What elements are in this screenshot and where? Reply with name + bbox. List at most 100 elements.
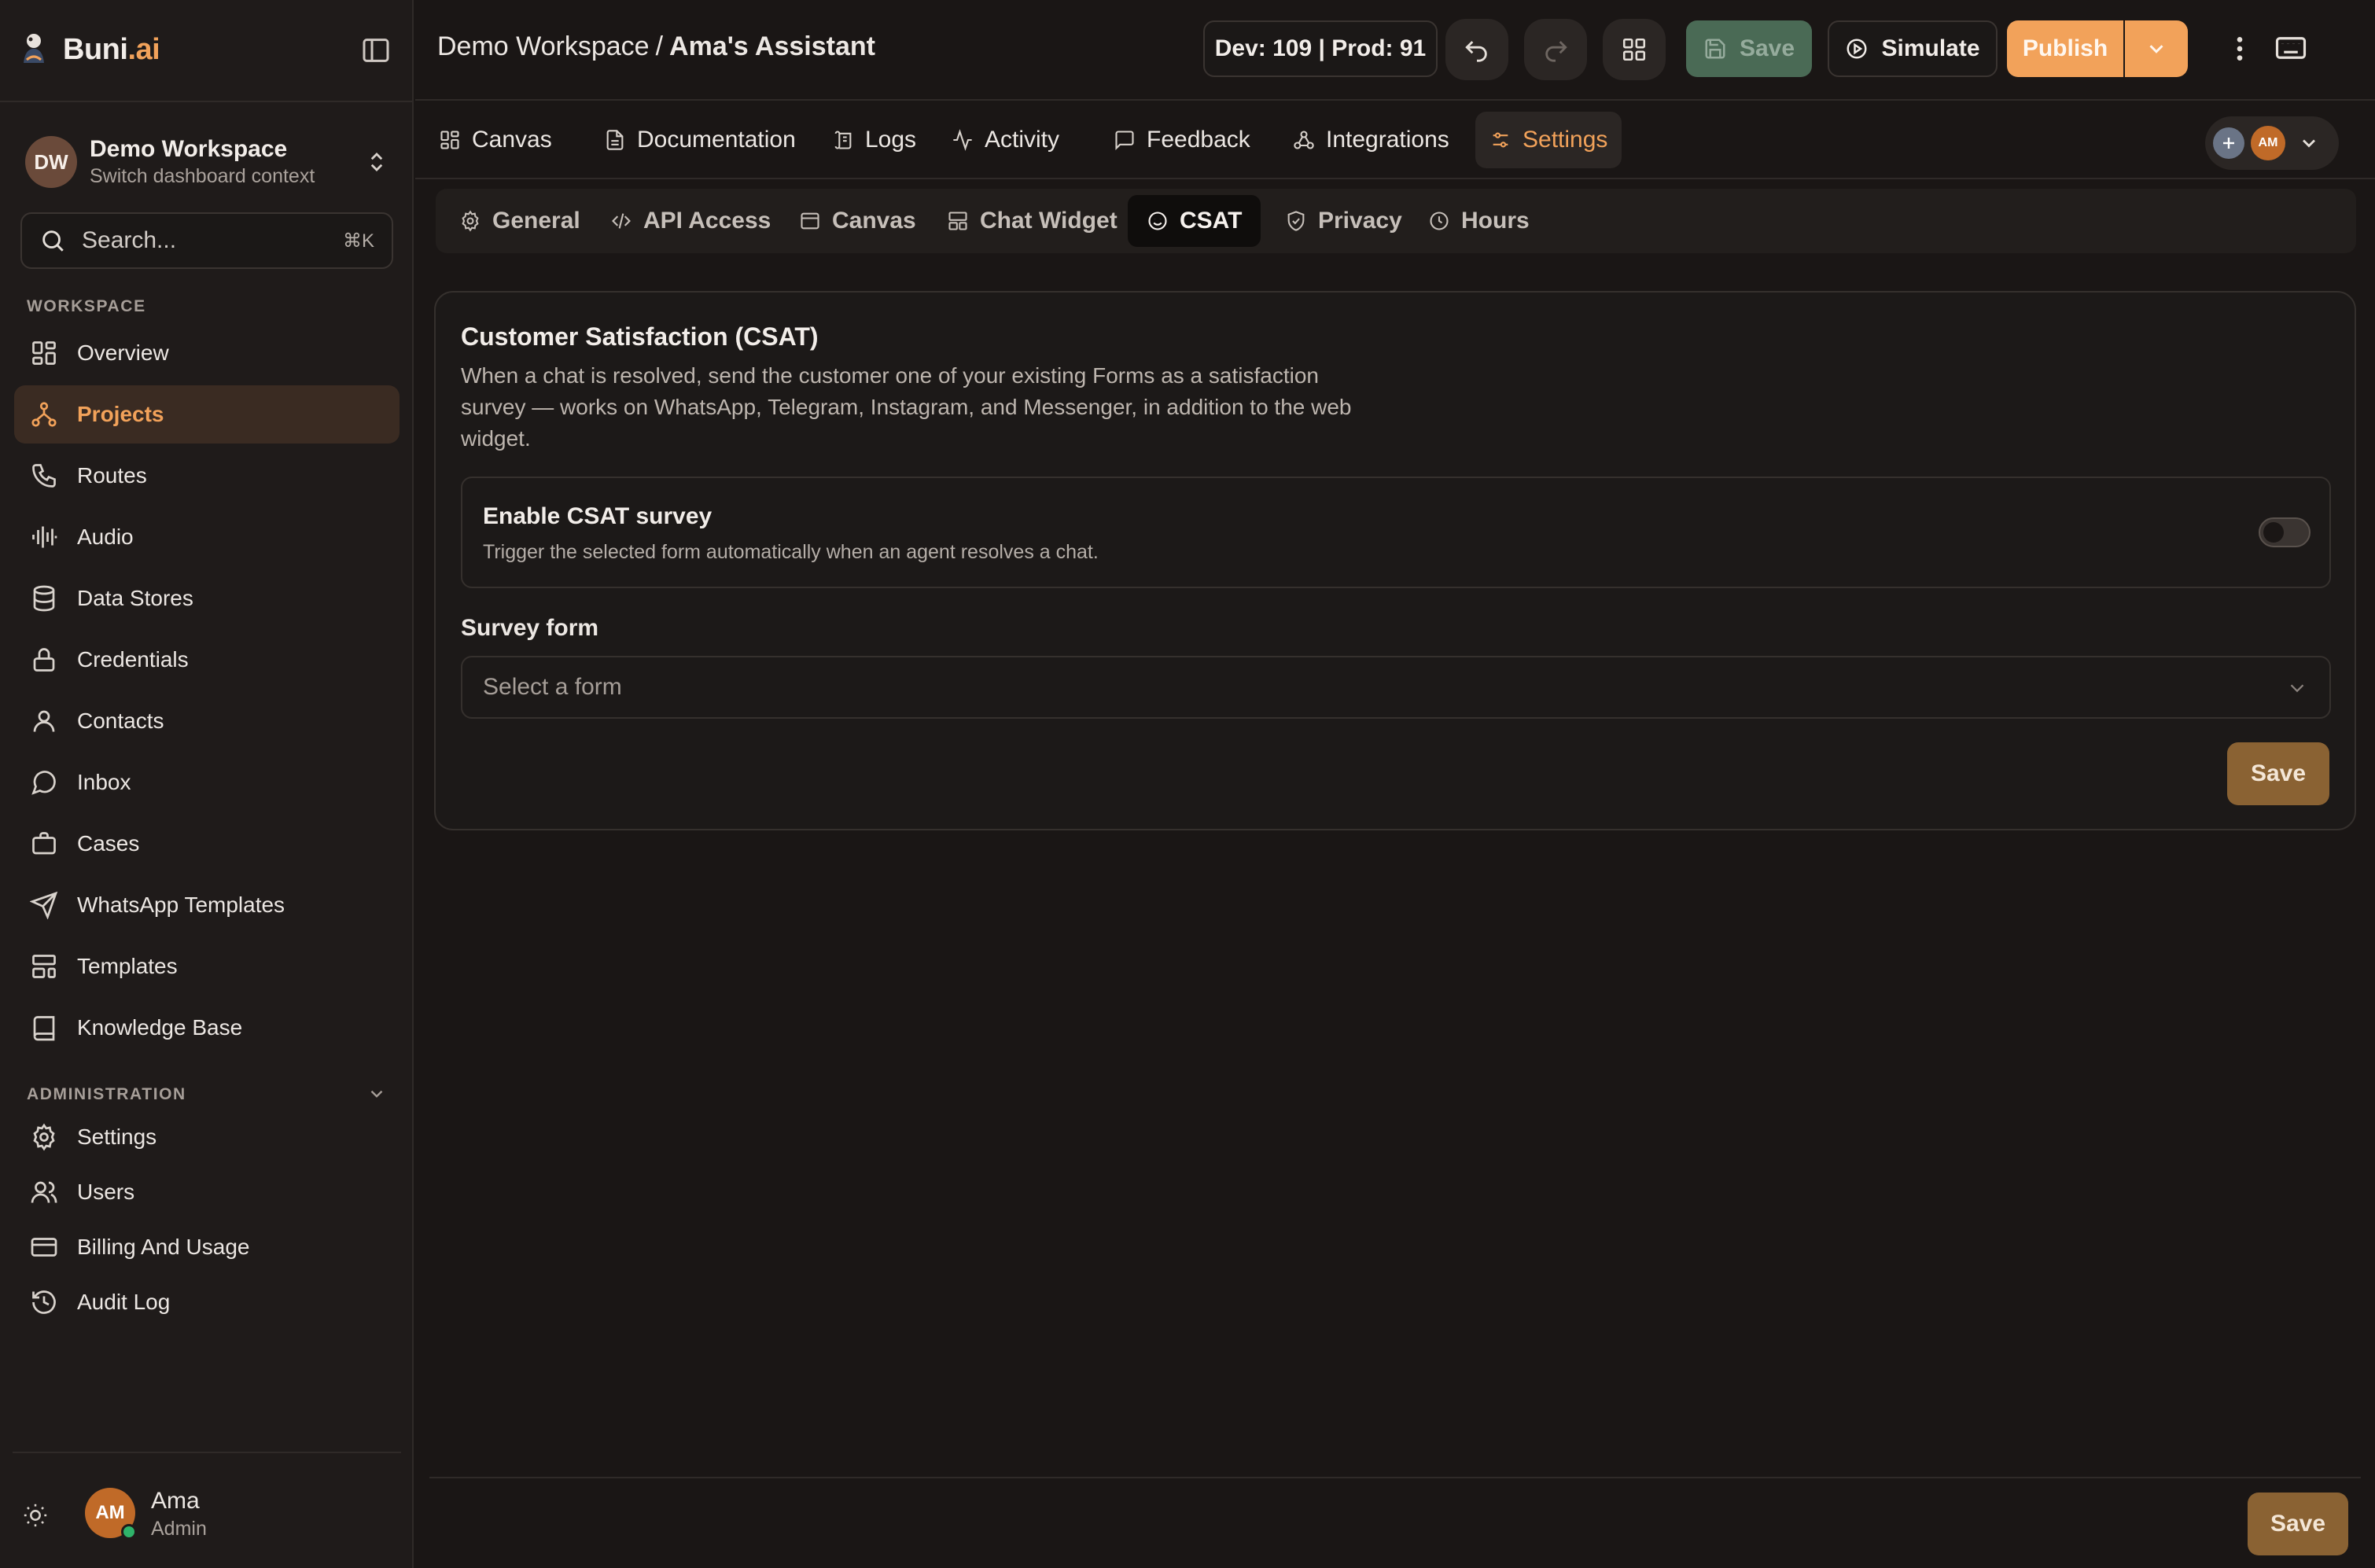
webhook-icon (1294, 131, 1314, 149)
subtab-csat[interactable]: CSAT (1128, 195, 1261, 247)
user-profile[interactable]: AM Ama Admin (0, 1478, 414, 1549)
survey-form-select[interactable]: Select a form (461, 656, 2331, 719)
collaborators-menu[interactable]: AM (2205, 116, 2339, 170)
simulate-button[interactable]: Simulate (1828, 20, 1998, 77)
workspace-subtitle: Switch dashboard context (90, 165, 315, 187)
subtab-hours[interactable]: Hours (1409, 195, 1548, 247)
play-circle-icon (1847, 39, 1867, 59)
subtab-privacy[interactable]: Privacy (1266, 195, 1421, 247)
page-title: Customer Satisfaction (CSAT) (461, 322, 819, 351)
csat-enable-toggle[interactable] (2259, 517, 2311, 547)
footer-save-button[interactable]: Save (2248, 1493, 2348, 1555)
chevron-down-icon[interactable] (366, 1084, 387, 1104)
version-badge: Dev: 109 | Prod: 91 (1203, 20, 1438, 77)
layout-grid-icon (440, 131, 459, 149)
online-status-dot (121, 1524, 137, 1540)
database-icon (33, 585, 55, 612)
save-button[interactable]: Save (1686, 20, 1812, 77)
sidebar-toggle-icon[interactable] (360, 35, 392, 66)
message-circle-icon (31, 771, 56, 795)
sun-icon[interactable] (22, 1502, 49, 1529)
history-icon (32, 1290, 56, 1314)
toggle-title: Enable CSAT survey (483, 503, 712, 529)
publish-button[interactable]: Publish (2007, 20, 2123, 77)
tab-feedback[interactable]: Feedback (1099, 112, 1265, 168)
code-icon (612, 213, 631, 229)
csat-save-button[interactable]: Save (2227, 742, 2329, 805)
sidebar-item-inbox[interactable]: Inbox (14, 753, 400, 812)
sidebar-item-routes[interactable]: Routes (14, 447, 400, 505)
sidebar-item-audio[interactable]: Audio (14, 508, 400, 566)
book-icon (33, 1016, 55, 1041)
sidebar-item-billing[interactable]: Billing And Usage (14, 1222, 400, 1272)
sidebar-item-templates[interactable]: Templates (14, 937, 400, 996)
chevron-down-icon (2149, 45, 2163, 53)
workspace-section-heading: WORKSPACE (27, 297, 146, 315)
settings-subtabs: General API Access Canvas Chat Widget CS… (436, 189, 2356, 253)
tab-canvas[interactable]: Canvas (425, 112, 566, 168)
sidebar-item-credentials[interactable]: Credentials (14, 631, 400, 689)
workspace-avatar: DW (25, 136, 77, 188)
brand-name: Buni.ai (63, 32, 160, 66)
csat-card: Customer Satisfaction (CSAT) When a chat… (434, 291, 2356, 830)
credit-card-icon (31, 1238, 57, 1257)
publish-menu-button[interactable] (2125, 20, 2188, 77)
brand[interactable]: Buni.ai (16, 24, 160, 75)
tab-documentation[interactable]: Documentation (590, 112, 810, 168)
sidebar-item-audit-log[interactable]: Audit Log (14, 1277, 400, 1327)
subtab-canvas[interactable]: Canvas (780, 195, 935, 247)
subtab-general[interactable]: General (440, 195, 599, 247)
tab-settings[interactable]: Settings (1475, 112, 1622, 168)
tab-logs[interactable]: Logs (818, 112, 930, 168)
redo-button[interactable] (1524, 19, 1587, 80)
administration-section-heading: ADMINISTRATION (27, 1085, 186, 1103)
sidebar-item-contacts[interactable]: Contacts (14, 692, 400, 750)
survey-form-label: Survey form (461, 615, 599, 641)
subtab-api-access[interactable]: API Access (591, 195, 790, 247)
sidebar-item-projects[interactable]: Projects (14, 385, 400, 444)
send-icon (30, 891, 58, 919)
undo-icon (1465, 41, 1487, 62)
search-box[interactable]: ⌘K (20, 212, 393, 269)
clock-icon (1430, 212, 1449, 230)
gear-icon (462, 210, 479, 232)
sidebar-item-overview[interactable]: Overview (14, 324, 400, 382)
add-collaborator-button[interactable] (2213, 127, 2244, 159)
lock-icon (33, 648, 55, 672)
search-input[interactable] (82, 227, 341, 254)
primary-tabs: Canvas Documentation Logs Activity Feedb… (415, 102, 2375, 179)
sidebar: Buni.ai DW Demo Workspace Switch dashboa… (0, 0, 414, 1568)
app-root: Buni.ai DW Demo Workspace Switch dashboa… (0, 0, 2375, 1568)
buni-logo-icon (24, 34, 44, 63)
undo-button[interactable] (1445, 19, 1508, 80)
audio-waveform-icon (32, 526, 57, 548)
layout-button[interactable] (1603, 19, 1666, 80)
keyboard-icon[interactable] (2274, 31, 2307, 64)
scroll-icon (834, 131, 852, 149)
search-shortcut: ⌘K (342, 230, 374, 252)
more-vertical-icon[interactable] (2224, 33, 2255, 64)
sidebar-item-cases[interactable]: Cases (14, 815, 400, 873)
breadcrumb-workspace[interactable]: Demo Workspace (437, 31, 650, 61)
panel-icon (801, 212, 819, 230)
workspace-switcher[interactable]: DW Demo Workspace Switch dashboard conte… (25, 131, 395, 193)
workflow-icon (31, 402, 57, 427)
file-text-icon (606, 130, 624, 150)
tab-activity[interactable]: Activity (937, 112, 1073, 168)
tab-integrations[interactable]: Integrations (1279, 112, 1464, 168)
sidebar-item-users[interactable]: Users (14, 1167, 400, 1217)
sidebar-item-knowledge-base[interactable]: Knowledge Base (14, 999, 400, 1057)
shield-check-icon (1287, 211, 1305, 231)
subtab-chat-widget[interactable]: Chat Widget (928, 195, 1136, 247)
workspace-name: Demo Workspace (90, 136, 288, 162)
phone-icon (32, 464, 56, 488)
sidebar-item-data-stores[interactable]: Data Stores (14, 569, 400, 628)
sidebar-item-whatsapp-templates[interactable]: WhatsApp Templates (14, 876, 400, 934)
collaborator-avatar: AM (2251, 126, 2285, 160)
breadcrumb-separator: / (655, 31, 664, 61)
sliders-icon (1493, 132, 1508, 148)
sidebar-item-settings[interactable]: Settings (14, 1112, 400, 1162)
chevron-down-icon (2290, 684, 2304, 693)
search-icon (42, 230, 64, 252)
layout-icon (948, 212, 967, 230)
